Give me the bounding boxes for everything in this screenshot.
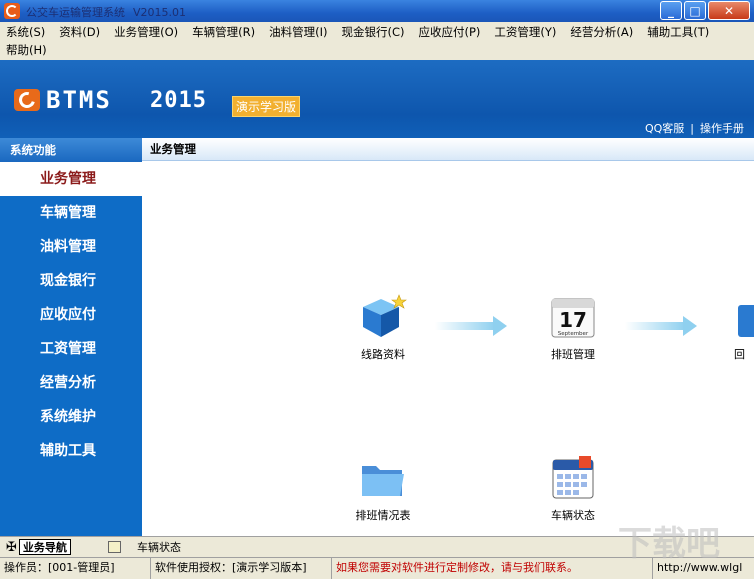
calendar-month: September — [558, 331, 589, 337]
clipboard-icon — [108, 541, 121, 553]
menu-bar: 系统(S) 资料(D) 业务管理(O) 车辆管理(R) 油料管理(I) 现金银行(C) 应收… — [0, 22, 754, 60]
calendar-grid-icon — [552, 456, 594, 499]
menu-item-row1-0[interactable]: 系统(S) — [6, 24, 45, 40]
link-separator: | — [690, 122, 694, 135]
license-status: 软件使用授权：[演示学习版本] — [151, 558, 332, 579]
logo-text: BTMS — [46, 86, 112, 114]
flow-label: 排班情况表 — [355, 509, 411, 522]
menu-item-row1-9[interactable]: 辅助工具(T) — [647, 24, 709, 40]
flow-route-data[interactable]: 线路资料 — [338, 293, 428, 362]
sidebar-item-6[interactable]: 经营分析 — [0, 366, 142, 400]
tab-strip: ✠ 业务导航 车辆状态 — [0, 536, 754, 557]
window-title-text: 公交车运输管理系统 — [26, 6, 125, 19]
sidebar: 系统功能 业务管理 车辆管理 油料管理 现金银行 应收应付 工资管理 经营分析 系统维护 辅助工… — [0, 138, 142, 536]
website-url[interactable]: http://www.wlgl — [653, 558, 754, 579]
flow-vehicle-status[interactable]: 车辆状态 — [528, 454, 618, 523]
sidebar-item-7[interactable]: 系统维护 — [0, 400, 142, 434]
menu-item-row1-1[interactable]: 资料(D) — [59, 24, 100, 40]
brand-logo-icon — [14, 89, 40, 111]
title-bar: 公交车运输管理系统 V2015.01 _ □ ✕ — [0, 0, 754, 22]
maximize-button[interactable]: □ — [684, 1, 706, 20]
minimize-button[interactable]: _ — [660, 1, 682, 20]
sidebar-item-5[interactable]: 工资管理 — [0, 332, 142, 366]
main-panel: 业务管理 线路资料 17 September 排班管理 回 排班情况表 车辆状态 — [142, 138, 754, 536]
sidebar-item-1[interactable]: 车辆管理 — [0, 196, 142, 230]
tab-nav-label: 业务导航 — [18, 539, 71, 555]
logo-year: 2015 — [150, 88, 207, 113]
menu-item-row1-6[interactable]: 应收应付(P) — [419, 24, 481, 40]
window-title: 公交车运输管理系统 V2015.01 — [26, 4, 186, 20]
sidebar-item-0[interactable]: 业务管理 — [0, 162, 142, 196]
menu-item-row2-0[interactable]: 帮助(H) — [6, 42, 47, 58]
sidebar-item-8[interactable]: 辅助工具 — [0, 434, 142, 468]
flow-arrow-icon — [435, 316, 507, 336]
banner-links: QQ客服 | 操作手册 — [645, 120, 744, 136]
manual-link[interactable]: 操作手册 — [700, 122, 744, 135]
calendar-day: 17 — [559, 308, 587, 332]
menu-item-row1-7[interactable]: 工资管理(Y) — [494, 24, 556, 40]
flow-label: 线路资料 — [361, 348, 405, 361]
partial-icon — [738, 305, 754, 337]
edition-badge: 演示学习版 — [232, 96, 301, 117]
notice-text: 如果您需要对软件进行定制修改，请与我们联系。 — [332, 558, 653, 579]
status-bar: 操作员：[001-管理员] 软件使用授权：[演示学习版本] 如果您需要对软件进行… — [0, 557, 754, 579]
tab-vehicle-label: 车辆状态 — [137, 541, 181, 554]
tab-vehicle-status[interactable]: 车辆状态 — [108, 539, 181, 555]
close-button[interactable]: ✕ — [708, 1, 750, 20]
sidebar-item-2[interactable]: 油料管理 — [0, 230, 142, 264]
tab-nav[interactable]: ✠ 业务导航 — [6, 539, 71, 555]
flow-label: 排班管理 — [551, 348, 595, 361]
banner: BTMS 2015 演示学习版 QQ客服 | 操作手册 — [0, 60, 754, 138]
operator-status: 操作员：[001-管理员] — [0, 558, 151, 579]
calendar-icon: 17 September — [551, 298, 595, 338]
cube-icon — [363, 294, 407, 337]
menu-item-row1-4[interactable]: 油料管理(I) — [269, 24, 327, 40]
qq-support-link[interactable]: QQ客服 — [645, 122, 684, 135]
flow-label: 车辆状态 — [551, 509, 595, 522]
window-version: V2015.01 — [133, 6, 187, 19]
sidebar-header: 系统功能 — [0, 138, 142, 162]
flow-arrow-icon — [625, 316, 697, 336]
sidebar-item-4[interactable]: 应收应付 — [0, 298, 142, 332]
menu-item-row1-3[interactable]: 车辆管理(R) — [192, 24, 255, 40]
compass-icon: ✠ — [6, 539, 17, 555]
menu-item-row1-5[interactable]: 现金银行(C) — [341, 24, 404, 40]
flow-schedule-report[interactable]: 排班情况表 — [338, 456, 428, 523]
flow-scheduling[interactable]: 17 September 排班管理 — [528, 293, 618, 362]
folder-icon — [362, 466, 404, 496]
menu-item-row1-8[interactable]: 经营分析(A) — [570, 24, 633, 40]
main-title: 业务管理 — [142, 138, 754, 161]
flow-partial[interactable]: 回 — [734, 293, 754, 362]
menu-item-row1-2[interactable]: 业务管理(O) — [114, 24, 178, 40]
app-logo-icon[interactable] — [4, 3, 20, 19]
flow-label: 回 — [734, 348, 745, 361]
sidebar-item-3[interactable]: 现金银行 — [0, 264, 142, 298]
